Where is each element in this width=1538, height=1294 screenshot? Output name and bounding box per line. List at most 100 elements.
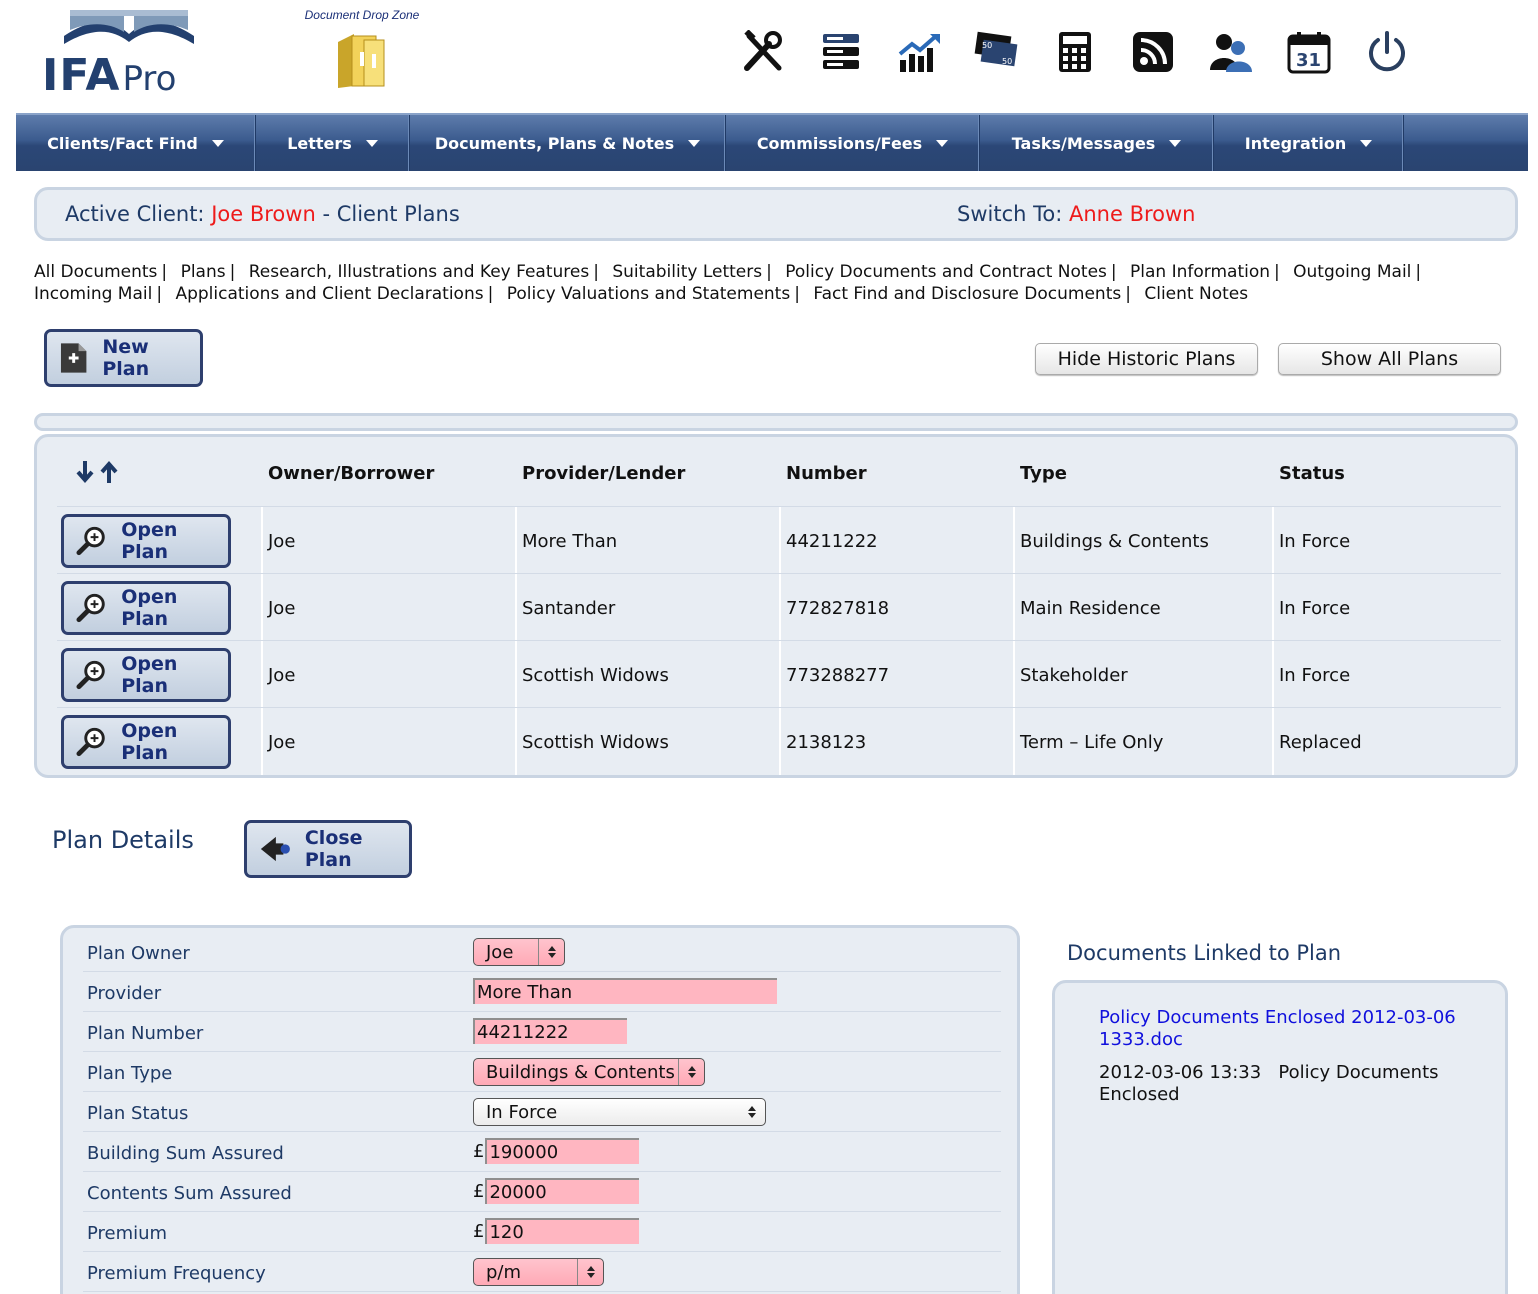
header-provider[interactable]: Provider/Lender bbox=[522, 463, 685, 484]
open-plan-label: Open Plan bbox=[121, 720, 178, 764]
link-policy-valuations[interactable]: Policy Valuations and Statements bbox=[507, 284, 790, 304]
cell-type: Stakeholder bbox=[1020, 665, 1128, 686]
link-client-notes[interactable]: Client Notes bbox=[1144, 284, 1248, 304]
plans-table: Owner/Borrower Provider/Lender Number Ty… bbox=[34, 434, 1518, 778]
cell-status: Replaced bbox=[1279, 732, 1362, 753]
form-row-premium: Premium £ 120 bbox=[83, 1212, 1001, 1252]
premium-input[interactable]: 120 bbox=[485, 1218, 640, 1244]
nav-documents-plans-notes[interactable]: Documents, Plans & Notes bbox=[410, 115, 726, 171]
currency-symbol: £ bbox=[473, 1180, 485, 1202]
server-icon[interactable] bbox=[814, 26, 868, 78]
link-plan-information[interactable]: Plan Information bbox=[1130, 262, 1270, 282]
new-plan-button[interactable]: New Plan bbox=[44, 329, 203, 387]
plan-status-label: Plan Status bbox=[87, 1103, 189, 1124]
table-header: Owner/Borrower Provider/Lender Number Ty… bbox=[57, 437, 1501, 507]
main-navbar: Clients/Fact Find Letters Documents, Pla… bbox=[16, 113, 1528, 171]
growth-chart-icon[interactable] bbox=[892, 26, 946, 78]
cell-status: In Force bbox=[1279, 598, 1351, 619]
contents-sum-input[interactable]: 20000 bbox=[485, 1178, 640, 1204]
hide-historic-plans-button[interactable]: Hide Historic Plans bbox=[1035, 343, 1258, 375]
form-row-plan-owner: Plan Owner Joe bbox=[83, 932, 1001, 972]
link-outgoing-mail[interactable]: Outgoing Mail bbox=[1293, 262, 1411, 282]
plan-status-value: In Force bbox=[486, 1101, 558, 1123]
nav-tasks-messages[interactable]: Tasks/Messages bbox=[980, 115, 1214, 171]
power-icon[interactable] bbox=[1360, 26, 1414, 78]
linked-document-link[interactable]: Policy Documents Enclosed 2012-03-06 133… bbox=[1099, 1007, 1479, 1051]
nav-integration[interactable]: Integration bbox=[1214, 115, 1404, 171]
users-icon[interactable] bbox=[1204, 26, 1258, 78]
open-plan-button[interactable]: Open Plan bbox=[61, 648, 231, 702]
magnifier-icon bbox=[76, 593, 105, 623]
show-all-plans-button[interactable]: Show All Plans bbox=[1278, 343, 1501, 375]
cell-type: Term – Life Only bbox=[1020, 732, 1164, 753]
header-owner[interactable]: Owner/Borrower bbox=[268, 463, 434, 484]
nav-commissions-fees[interactable]: Commissions/Fees bbox=[726, 115, 980, 171]
link-plans[interactable]: Plans bbox=[181, 262, 226, 282]
link-policy-documents[interactable]: Policy Documents and Contract Notes bbox=[785, 262, 1107, 282]
open-plan-label: Open Plan bbox=[121, 586, 178, 630]
plan-status-select[interactable]: In Force bbox=[473, 1098, 766, 1126]
switch-client-text: Switch To: Anne Brown bbox=[957, 202, 1195, 226]
close-plan-button[interactable]: Close Plan bbox=[244, 820, 412, 878]
active-client-bar: Active Client: Joe Brown - Client Plans … bbox=[34, 187, 1518, 241]
plan-owner-select[interactable]: Joe bbox=[473, 938, 565, 966]
rss-icon[interactable] bbox=[1126, 26, 1180, 78]
new-plan-label: New Plan bbox=[102, 336, 150, 380]
premium-frequency-label: Premium Frequency bbox=[87, 1263, 266, 1284]
open-plan-button[interactable]: Open Plan bbox=[61, 715, 231, 769]
nav-label: Commissions/Fees bbox=[756, 133, 923, 153]
calendar-icon[interactable]: 31 bbox=[1282, 26, 1336, 78]
magnifier-icon bbox=[76, 526, 105, 556]
document-drop-zone[interactable]: Document Drop Zone bbox=[282, 8, 442, 90]
cell-number: 772827818 bbox=[786, 598, 890, 619]
premium-frequency-value: p/m bbox=[486, 1261, 522, 1283]
header-status[interactable]: Status bbox=[1279, 463, 1345, 484]
plan-type-value: Buildings & Contents bbox=[486, 1061, 675, 1083]
form-row-plan-type: Plan Type Buildings & Contents bbox=[83, 1052, 1001, 1092]
cell-owner: Joe bbox=[268, 732, 296, 753]
document-date: 2012-03-06 13:33 bbox=[1099, 1062, 1262, 1083]
link-all-documents[interactable]: All Documents bbox=[34, 262, 157, 282]
plan-number-input[interactable]: 44211222 bbox=[473, 1018, 627, 1044]
cell-number: 2138123 bbox=[786, 732, 867, 753]
provider-input[interactable]: More Than bbox=[473, 978, 777, 1004]
caret-down-icon bbox=[211, 139, 224, 147]
header-type[interactable]: Type bbox=[1020, 463, 1067, 484]
svg-text:50: 50 bbox=[1002, 57, 1012, 66]
open-plan-button[interactable]: Open Plan bbox=[61, 514, 231, 568]
premium-label: Premium bbox=[87, 1223, 168, 1244]
link-research[interactable]: Research, Illustrations and Key Features bbox=[249, 262, 589, 282]
link-applications[interactable]: Applications and Client Declarations bbox=[175, 284, 483, 304]
money-icon[interactable]: 50 50 bbox=[970, 26, 1024, 78]
plan-owner-value: Joe bbox=[486, 941, 514, 963]
link-suitability-letters[interactable]: Suitability Letters bbox=[612, 262, 762, 282]
open-plan-button[interactable]: Open Plan bbox=[61, 581, 231, 635]
contents-sum-label: Contents Sum Assured bbox=[87, 1183, 292, 1204]
ifa-pro-logo[interactable]: IFAPro bbox=[40, 6, 210, 101]
header-number[interactable]: Number bbox=[786, 463, 867, 484]
switch-client-link[interactable]: Anne Brown bbox=[1069, 202, 1196, 226]
cell-provider: Scottish Widows bbox=[522, 732, 669, 753]
caret-down-icon bbox=[688, 139, 701, 147]
cell-provider: More Than bbox=[522, 531, 618, 552]
tools-icon[interactable] bbox=[736, 26, 790, 78]
active-client-name[interactable]: Joe Brown bbox=[211, 202, 316, 226]
select-arrows-icon bbox=[678, 1059, 704, 1085]
building-sum-input[interactable]: 190000 bbox=[485, 1138, 640, 1164]
link-fact-find[interactable]: Fact Find and Disclosure Documents bbox=[813, 284, 1121, 304]
active-client-label: Active Client: bbox=[65, 202, 205, 226]
premium-frequency-select[interactable]: p/m bbox=[473, 1258, 604, 1286]
folder-icon bbox=[338, 34, 385, 88]
link-incoming-mail[interactable]: Incoming Mail bbox=[34, 284, 152, 304]
drop-zone-label: Document Drop Zone bbox=[304, 8, 420, 22]
plan-type-select[interactable]: Buildings & Contents bbox=[473, 1058, 705, 1086]
nav-letters[interactable]: Letters bbox=[256, 115, 410, 171]
sort-arrows-icon[interactable] bbox=[75, 457, 119, 487]
nav-label: Tasks/Messages bbox=[1011, 133, 1156, 153]
caret-down-icon bbox=[936, 139, 949, 147]
back-arrow-icon bbox=[260, 836, 290, 862]
active-client-text: Active Client: Joe Brown - Client Plans bbox=[65, 202, 460, 226]
nav-clients-fact-find[interactable]: Clients/Fact Find bbox=[16, 115, 256, 171]
calculator-icon[interactable] bbox=[1048, 26, 1102, 78]
linked-document-meta: 2012-03-06 13:33 Policy Documents Enclos… bbox=[1099, 1062, 1479, 1106]
